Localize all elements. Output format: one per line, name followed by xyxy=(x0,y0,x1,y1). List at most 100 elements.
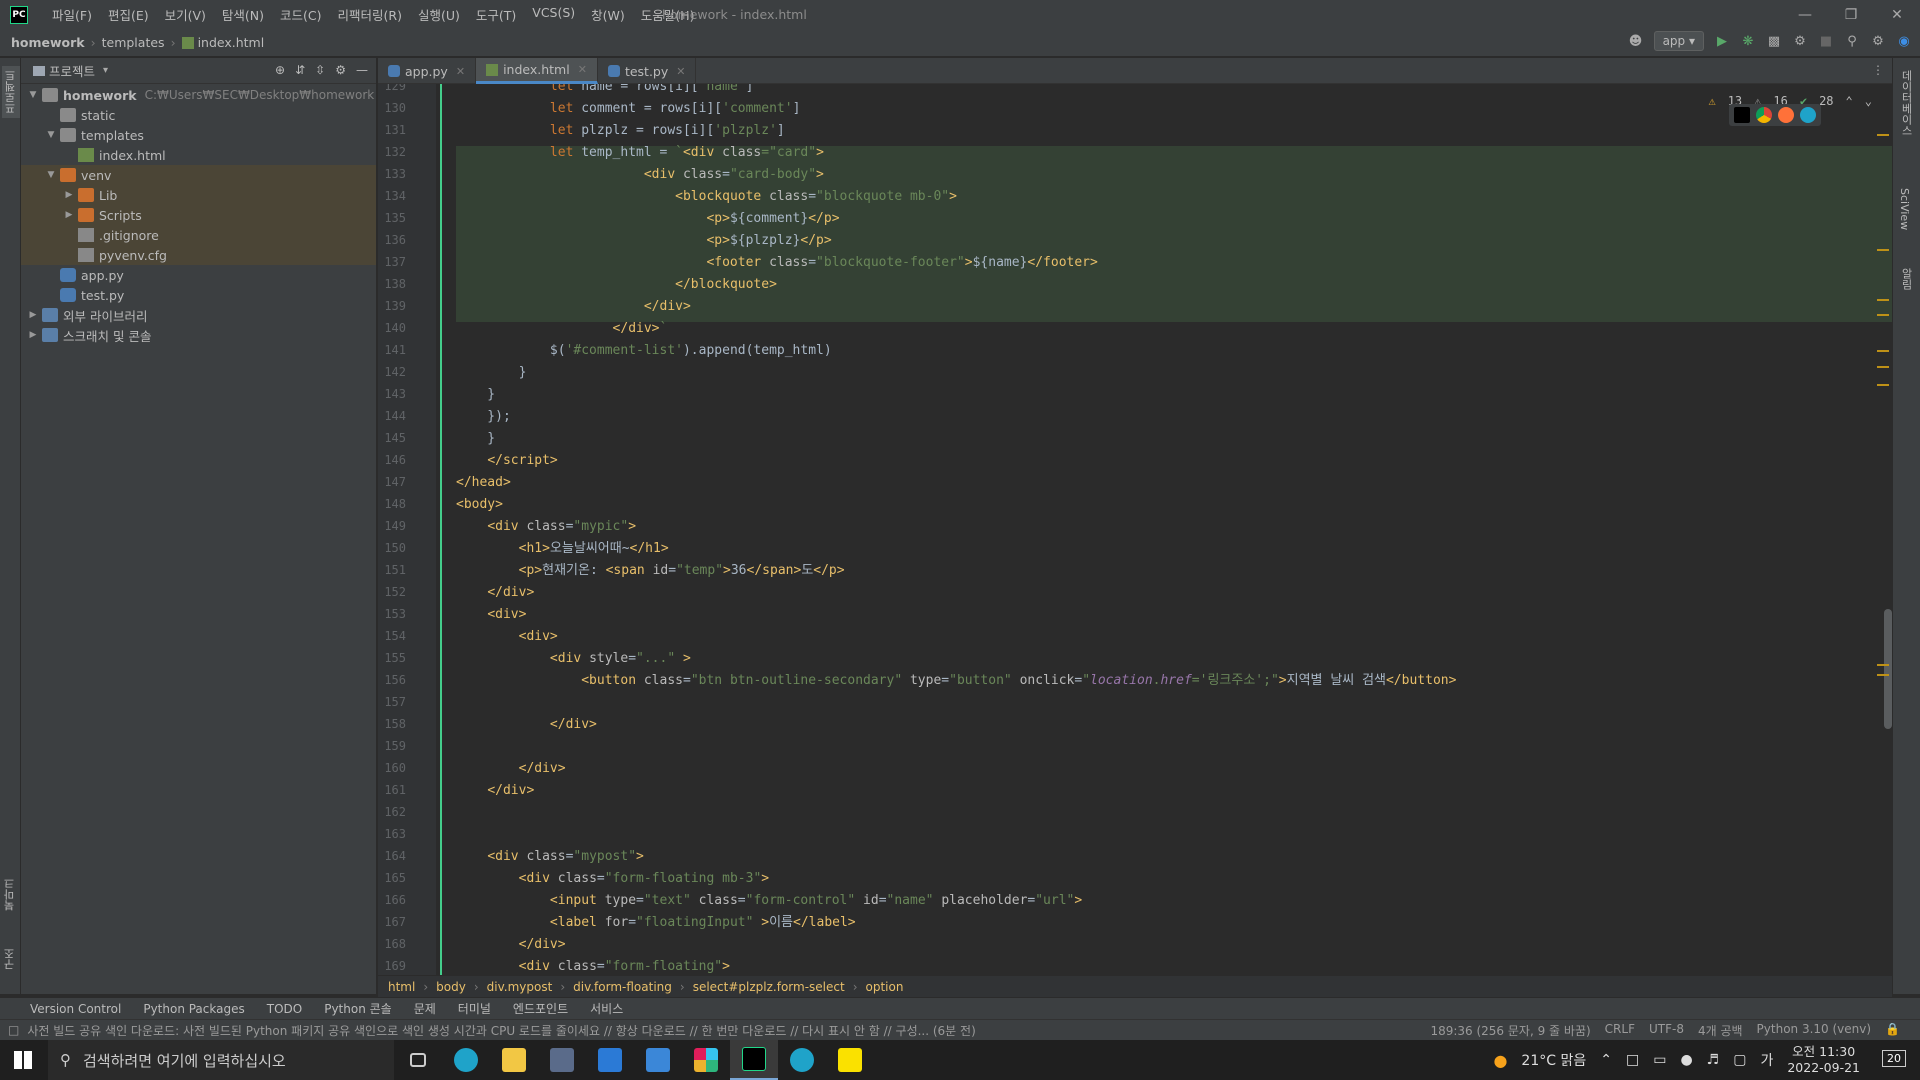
edge-icon[interactable] xyxy=(1800,107,1816,123)
meet-icon[interactable]: □ xyxy=(1626,1052,1639,1068)
locate-icon[interactable]: ⊕ xyxy=(275,63,285,77)
code-line[interactable]: <input type="text" class="form-control" … xyxy=(456,890,1082,912)
code-line[interactable]: </div> xyxy=(456,296,691,318)
tool-python-packages[interactable]: Python Packages xyxy=(143,1002,244,1016)
crumb-body[interactable]: body xyxy=(436,980,466,994)
task-view-icon[interactable] xyxy=(394,1040,442,1080)
menu-edit[interactable]: 편집(E) xyxy=(100,5,157,24)
file-encoding[interactable]: UTF-8 xyxy=(1649,1022,1684,1039)
code-line[interactable]: </div> xyxy=(456,714,597,736)
coverage-icon[interactable]: ▩ xyxy=(1766,33,1782,49)
taskbar-search-input[interactable]: ⚲ 검색하려면 여기에 입력하십시오 xyxy=(48,1040,394,1080)
chevron-down-icon[interactable]: ▾ xyxy=(103,65,108,76)
profile-icon[interactable]: ⚙ xyxy=(1792,33,1808,49)
code-line[interactable]: <div class="mypic"> xyxy=(456,516,636,538)
menu-code[interactable]: 코드(C) xyxy=(272,5,329,24)
store-icon[interactable] xyxy=(586,1040,634,1080)
warning-mark[interactable] xyxy=(1877,366,1889,368)
code-line[interactable]: </div> xyxy=(456,582,534,604)
code-line[interactable]: } xyxy=(456,362,527,384)
volume-icon[interactable]: ♬ xyxy=(1707,1052,1720,1068)
chevron-right-icon[interactable]: ▶ xyxy=(63,210,75,220)
menu-tools[interactable]: 도구(T) xyxy=(468,5,524,24)
warning-mark[interactable] xyxy=(1877,134,1889,136)
menu-file[interactable]: 파일(F) xyxy=(44,5,100,24)
chevron-down-icon[interactable]: ▼ xyxy=(45,130,57,140)
code-line[interactable]: <p>${plzplz}</p> xyxy=(456,230,831,252)
file-explorer-icon[interactable] xyxy=(490,1040,538,1080)
code-line[interactable]: <label for="floatingInput" >이름</label> xyxy=(456,912,856,934)
debug-icon[interactable]: ❋ xyxy=(1740,33,1756,49)
restore-icon[interactable]: ❐ xyxy=(1828,0,1874,29)
tool-terminal[interactable]: 터미널 xyxy=(458,1000,491,1017)
slack-icon[interactable] xyxy=(682,1040,730,1080)
code-line[interactable]: </script> xyxy=(456,450,557,472)
warning-mark[interactable] xyxy=(1877,314,1889,316)
structure-tool-tab[interactable]: 구조 xyxy=(2,948,18,970)
minimize-icon[interactable]: — xyxy=(1782,0,1828,29)
chevron-up-icon[interactable]: ⌃ xyxy=(1600,1052,1612,1068)
tree-item[interactable]: ▼ homework C:₩Users₩SEC₩Desktop₩homework xyxy=(21,85,376,105)
menu-navigate[interactable]: 탐색(N) xyxy=(214,5,272,24)
code-line[interactable]: </div> xyxy=(456,934,566,956)
tab-app-py[interactable]: app.py ✕ xyxy=(378,58,477,84)
crumb-option[interactable]: option xyxy=(866,980,904,994)
more-tabs-icon[interactable]: ⋮ xyxy=(1872,63,1884,77)
code-line[interactable]: <div> xyxy=(456,626,558,648)
warning-mark[interactable] xyxy=(1877,384,1889,386)
user-icon[interactable]: ☻ xyxy=(1628,33,1644,49)
warning-mark[interactable] xyxy=(1877,249,1889,251)
collapse-all-icon[interactable]: ⇳ xyxy=(315,63,325,77)
tab-test-py[interactable]: test.py ✕ xyxy=(598,58,697,84)
chevron-right-icon[interactable]: ▶ xyxy=(63,190,75,200)
chevron-down-icon[interactable]: ⌄ xyxy=(1865,94,1872,108)
menu-run[interactable]: 실행(U) xyxy=(410,5,468,24)
tree-item[interactable]: index.html xyxy=(21,145,376,165)
code-line[interactable]: } xyxy=(456,428,495,450)
notifications-tool-tab[interactable]: 알림 xyxy=(1898,268,1914,290)
warning-mark[interactable] xyxy=(1877,350,1889,352)
code-line[interactable]: </head> xyxy=(456,472,511,494)
tab-index-html[interactable]: index.html ✕ xyxy=(476,58,598,84)
battery-icon[interactable]: ▭ xyxy=(1653,1052,1666,1068)
crumb-div-form-floating[interactable]: div.form-floating xyxy=(573,980,672,994)
tree-item[interactable]: pyvenv.cfg xyxy=(21,245,376,265)
chevron-down-icon[interactable]: ▼ xyxy=(27,90,39,100)
windows-start-icon[interactable] xyxy=(14,1051,32,1069)
code-editor[interactable]: 129 130 131 132 133 134 135 136 137 138 139 140 141 1… xyxy=(378,84,1892,975)
code-line[interactable]: </div> xyxy=(456,780,534,802)
gear-icon[interactable]: ⚙ xyxy=(335,63,346,77)
tree-item[interactable]: app.py xyxy=(21,265,376,285)
code-line[interactable]: <div class="form-floating mb-3"> xyxy=(456,868,769,890)
pycharm-browser-icon[interactable] xyxy=(1734,107,1750,123)
chevron-down-icon[interactable]: ▼ xyxy=(45,170,57,180)
code-line[interactable]: let comment = rows[i]['comment'] xyxy=(456,98,800,120)
code-line[interactable]: $('#comment-list').append(temp_html) xyxy=(456,340,832,362)
crumb-select[interactable]: select#plzplz.form-select xyxy=(693,980,845,994)
menu-vcs[interactable]: VCS(S) xyxy=(524,5,583,24)
tree-item[interactable]: .gitignore xyxy=(21,225,376,245)
code-line[interactable]: let plzplz = rows[i]['plzplz'] xyxy=(456,120,785,142)
notification-badge[interactable]: 20 xyxy=(1882,1050,1906,1067)
database-tool-tab[interactable]: 데이터베이스 xyxy=(1898,70,1914,136)
expand-all-icon[interactable]: ⇵ xyxy=(295,63,305,77)
warning-mark[interactable] xyxy=(1877,664,1889,666)
code-line[interactable]: </div> xyxy=(456,758,566,780)
status-message[interactable]: 사전 빌드 공유 색인 다운로드: 사전 빌드된 Python 패키지 공유 색… xyxy=(27,1022,975,1039)
tool-python-console[interactable]: Python 콘솔 xyxy=(324,1000,392,1017)
crumb-folder[interactable]: templates xyxy=(102,35,165,50)
tool-endpoints[interactable]: 엔드포인트 xyxy=(513,1000,568,1017)
bookmarks-tool-tab[interactable]: 북마크 xyxy=(2,878,18,911)
lock-icon[interactable]: 🔒 xyxy=(1885,1022,1900,1039)
crumb-project[interactable]: homework xyxy=(11,35,85,50)
stop-icon[interactable]: ■ xyxy=(1818,33,1834,49)
code-line[interactable]: <div class="card-body"> xyxy=(456,164,824,186)
close-icon[interactable]: ✕ xyxy=(1874,0,1920,29)
code-line[interactable]: <body> xyxy=(456,494,503,516)
code-line[interactable]: <footer class="blockquote-footer">${name… xyxy=(456,252,1097,274)
ime-indicator[interactable]: 가 xyxy=(1760,1050,1773,1070)
line-separator[interactable]: CRLF xyxy=(1605,1022,1635,1039)
close-tab-icon[interactable]: ✕ xyxy=(676,65,685,78)
pycharm-taskbar-icon[interactable] xyxy=(730,1040,778,1080)
sciview-tool-tab[interactable]: SciView xyxy=(1898,188,1911,230)
